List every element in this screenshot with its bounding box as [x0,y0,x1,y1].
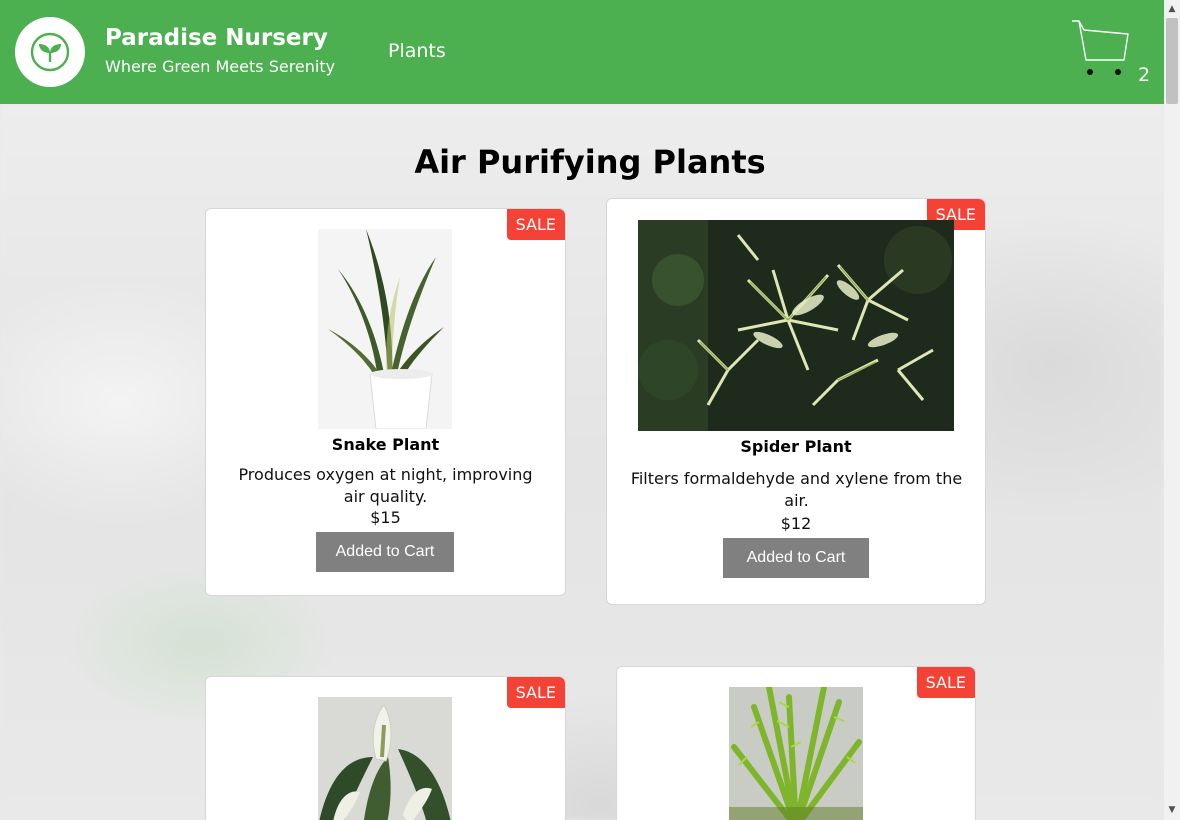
logo[interactable] [15,17,85,87]
nav-link-plants[interactable]: Plants [388,40,446,62]
product-name: Spider Plant [740,437,852,456]
scrollbar[interactable]: ▲ ▼ [1164,0,1180,820]
sale-badge: SALE [506,677,565,708]
seedling-icon [30,32,70,72]
added-to-cart-button[interactable]: Added to Cart [723,538,869,578]
product-card-spider-plant: SALE Spider Plant Filters formaldehyde a… [606,198,986,605]
added-to-cart-button[interactable]: Added to Cart [316,532,454,572]
sale-badge: SALE [916,667,975,698]
shopping-cart-icon [1072,20,1129,75]
cart-button[interactable]: 2 [1068,18,1154,88]
cart-count: 2 [1138,64,1151,86]
brand-tagline: Where Green Meets Serenity [105,57,336,76]
sale-badge: SALE [506,209,565,240]
navbar: Paradise Nursery Where Green Meets Seren… [0,0,1164,104]
snake-plant-image [318,229,452,429]
section-title: Air Purifying Plants [414,143,766,181]
scroll-up-arrow-icon[interactable]: ▲ [1164,2,1180,16]
scroll-down-arrow-icon[interactable]: ▼ [1164,803,1180,817]
product-card-peace-lily: SALE [205,676,566,820]
product-description: Filters formaldehyde and xylene from the… [630,469,963,510]
product-price: $15 [370,508,401,527]
boston-fern-image [729,687,863,820]
product-name: Snake Plant [331,435,440,454]
product-card-snake-plant: SALE Snake Plant Produces oxygen at nigh… [205,208,566,596]
peace-lily-image [318,697,452,820]
background-blur-text [120,262,210,312]
page-background [0,104,1164,820]
product-description: Produces oxygen at night, improving air … [238,465,533,506]
scroll-thumb[interactable] [1166,18,1178,104]
brand-title: Paradise Nursery [105,25,328,51]
product-price: $12 [780,514,812,533]
product-card-boston-fern: SALE [616,666,976,820]
spider-plant-image [638,220,954,431]
